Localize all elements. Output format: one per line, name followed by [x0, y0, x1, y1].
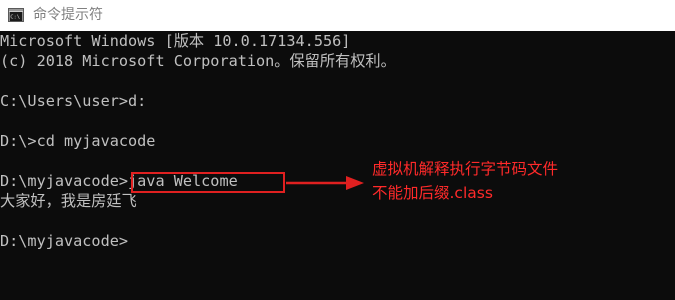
window-title: 命令提示符	[33, 7, 103, 23]
command-highlight-box	[131, 172, 285, 193]
console-line: D:\>cd myjavacode	[0, 132, 156, 150]
console-line: Microsoft Windows [版本 10.0.17134.556]	[0, 32, 351, 50]
arrow-right-icon	[286, 176, 364, 190]
svg-text:C:\: C:\	[10, 15, 20, 21]
annotation-line-1: 虚拟机解释执行字节码文件	[372, 160, 559, 178]
console-line: D:\myjavacode>	[0, 232, 129, 250]
command-prompt-window: C:\ 命令提示符 Microsoft Windows [版本 10.0.171…	[0, 0, 675, 300]
console-output[interactable]: Microsoft Windows [版本 10.0.17134.556] (c…	[0, 31, 675, 300]
command-prompt-icon: C:\	[8, 8, 24, 22]
title-bar[interactable]: C:\ 命令提示符	[0, 0, 675, 31]
console-line: C:\Users\user>d:	[0, 92, 147, 110]
annotation-line-2: 不能加后缀.class	[372, 184, 493, 202]
console-line: 大家好，我是房廷飞	[0, 192, 137, 210]
console-line: (c) 2018 Microsoft Corporation。保留所有权利。	[0, 52, 396, 70]
